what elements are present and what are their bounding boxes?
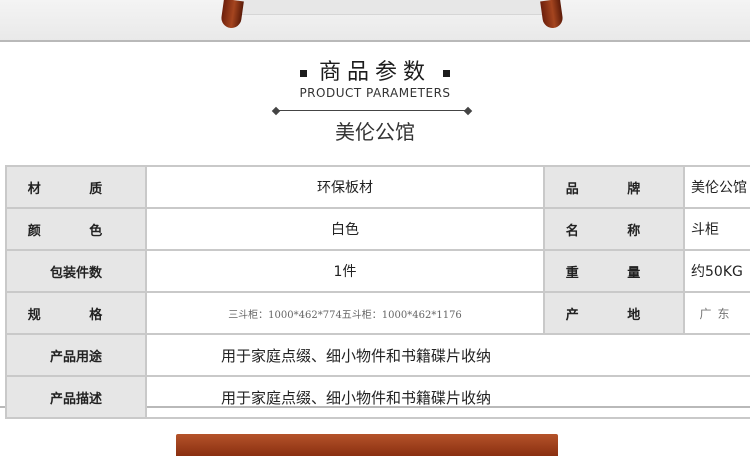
- cabinet-leg-image: [220, 0, 244, 30]
- top-product-photo: [0, 0, 750, 40]
- material-value: 环保板材: [145, 165, 545, 209]
- spec-value: 三斗柜：1000*462*774五斗柜：1000*462*1176: [145, 291, 545, 335]
- usage-label: 产品用途: [5, 333, 147, 377]
- description-label: 产品描述: [5, 375, 147, 419]
- table-row: 规 格 三斗柜：1000*462*774五斗柜：1000*462*1176 产 …: [5, 291, 750, 335]
- table-row: 颜 色 白色 名 称 斗柜: [5, 207, 750, 251]
- diamond-icon: [463, 106, 473, 116]
- table-row: 包装件数 1件 重 量 约50KG: [5, 249, 750, 293]
- section-title: 商品参数: [318, 60, 431, 85]
- package-label: 包装件数: [5, 249, 147, 293]
- name-value: 斗柜: [683, 207, 750, 251]
- cabinet-leg-image: [540, 0, 564, 30]
- package-value: 1件: [145, 249, 545, 293]
- table-row: 产品用途 用于家庭点缀、细小物件和书籍碟片收纳: [5, 333, 750, 377]
- bottom-product-photo: [176, 434, 558, 456]
- section-subtitle: PRODUCT PARAMETERS: [299, 86, 451, 100]
- section-heading: 商品参数: [0, 54, 750, 86]
- color-label: 颜 色: [5, 207, 147, 251]
- color-value: 白色: [145, 207, 545, 251]
- brand-heading: 美伦公馆: [335, 120, 415, 144]
- brand-label: 品 牌: [543, 165, 685, 209]
- decorative-divider: [271, 106, 473, 116]
- weight-label: 重 量: [543, 249, 685, 293]
- brand-value: 美伦公馆: [683, 165, 750, 209]
- divider-line: [279, 110, 465, 111]
- diamond-icon: [271, 106, 281, 116]
- weight-value: 约50KG: [683, 249, 750, 293]
- origin-label: 产 地: [543, 291, 685, 335]
- square-bullet-icon: [443, 69, 450, 77]
- spec-label: 规 格: [5, 291, 147, 335]
- square-bullet-icon: [299, 69, 307, 77]
- usage-value: 用于家庭点缀、细小物件和书籍碟片收纳: [145, 333, 750, 377]
- table-row: 产品描述 用于家庭点缀、细小物件和书籍碟片收纳: [5, 375, 750, 419]
- origin-value: 广东: [683, 291, 750, 335]
- cabinet-shelf-image: [238, 0, 554, 15]
- description-value: 用于家庭点缀、细小物件和书籍碟片收纳: [145, 375, 750, 419]
- material-label: 材 质: [5, 165, 147, 209]
- table-row: 材 质 环保板材 品 牌 美伦公馆: [5, 165, 750, 209]
- name-label: 名 称: [543, 207, 685, 251]
- parameters-table: 材 质 环保板材 品 牌 美伦公馆 颜 色 白色 名 称 斗柜 包装件数 1件 …: [5, 165, 750, 419]
